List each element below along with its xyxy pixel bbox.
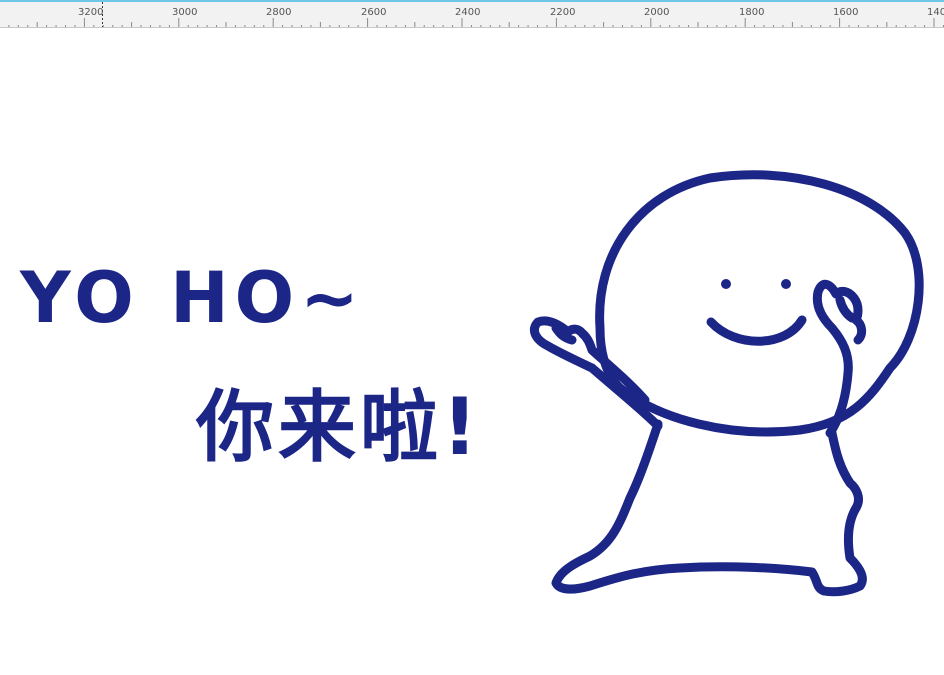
figure-right-finger [835, 295, 857, 323]
ruler-label: 2600 [361, 7, 387, 18]
ruler-label: 1400 [927, 7, 944, 18]
figure-right-eye [781, 279, 791, 289]
ruler-label: 3000 [172, 7, 198, 18]
design-app-window: 3400 3200 3000 2800 2600 2400 2200 2000 … [0, 0, 944, 675]
horizontal-ruler[interactable]: 3400 3200 3000 2800 2600 2400 2200 2000 … [0, 2, 944, 28]
ruler-label: 2000 [644, 7, 670, 18]
figure-head [595, 170, 924, 437]
ruler-label: 3200 [78, 7, 104, 18]
ruler-label: 2800 [266, 7, 292, 18]
ruler-label: 2200 [550, 7, 576, 18]
figure-smile [706, 315, 807, 346]
ruler-label: 1800 [739, 7, 765, 18]
ruler-label: 1600 [833, 7, 859, 18]
figure-left-eye [721, 279, 731, 289]
figure-body [551, 419, 867, 597]
design-canvas[interactable]: YO HO~ 你来啦! [0, 28, 944, 675]
ruler-label: 2400 [455, 7, 481, 18]
stick-figure-illustration[interactable] [0, 28, 944, 675]
